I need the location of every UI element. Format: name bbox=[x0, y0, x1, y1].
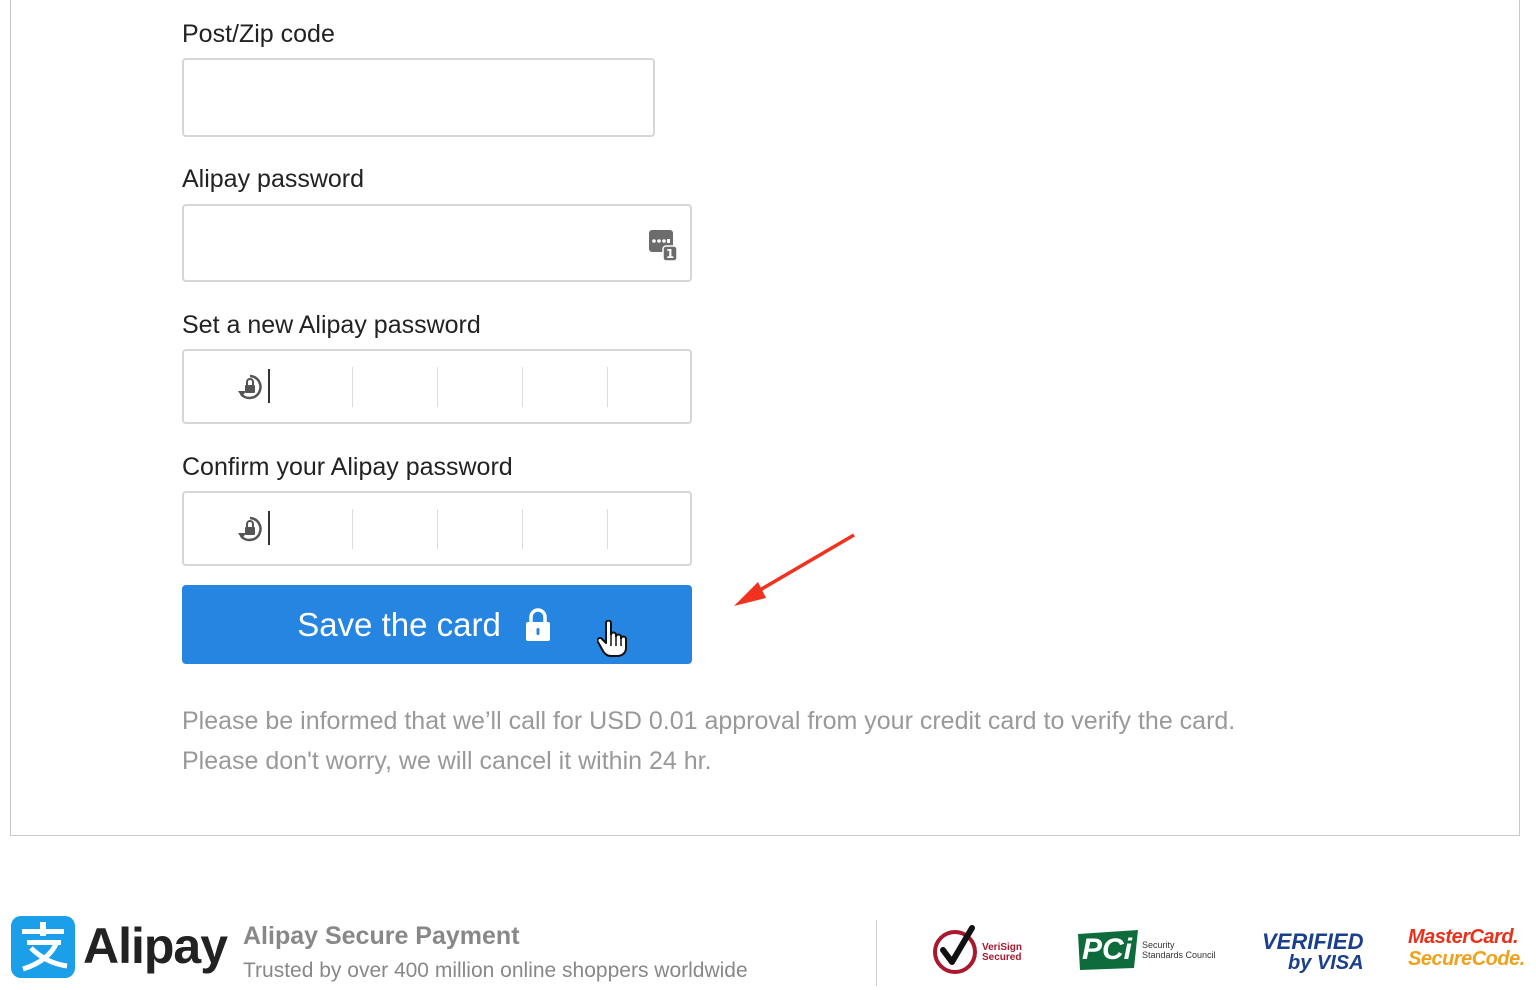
new-password-pin-input[interactable] bbox=[182, 349, 692, 424]
verisign-line2: Secured bbox=[982, 952, 1022, 963]
visa-line1: VERIFIED bbox=[1262, 929, 1364, 954]
new-password-label: Set a new Alipay password bbox=[182, 311, 481, 339]
mastercard-securecode-badge: MasterCard. SecureCode. bbox=[1408, 924, 1528, 976]
svg-text:1: 1 bbox=[666, 247, 674, 261]
save-card-button-label: Save the card bbox=[297, 605, 501, 643]
padlock-icon bbox=[525, 607, 550, 641]
mastercard-line1: MasterCard. bbox=[1408, 926, 1519, 948]
verisign-badge: VeriSign Secured bbox=[930, 922, 1030, 974]
alipay-password-input[interactable]: 1 bbox=[182, 204, 692, 282]
postcode-input[interactable] bbox=[182, 58, 655, 137]
pci-line2: Standards Council bbox=[1142, 950, 1216, 960]
verified-by-visa-badge: VERIFIED by VISA bbox=[1262, 922, 1372, 978]
pin-divider bbox=[522, 367, 523, 407]
pin-caret bbox=[268, 511, 270, 545]
pin-divider bbox=[352, 367, 353, 407]
pin-divider bbox=[607, 509, 608, 549]
secure-payment-subtitle: Trusted by over 400 million online shopp… bbox=[243, 959, 748, 982]
visa-line2: by VISA bbox=[1288, 952, 1364, 974]
secure-payment-title: Alipay Secure Payment bbox=[243, 922, 520, 950]
confirm-password-label: Confirm your Alipay password bbox=[182, 453, 513, 481]
alipay-wordmark: Alipay bbox=[83, 918, 228, 974]
pin-caret bbox=[268, 369, 270, 403]
password-keyboard-icon[interactable]: 1 bbox=[648, 228, 678, 262]
postcode-label: Post/Zip code bbox=[182, 20, 335, 48]
verification-notice-line: Please be informed that we’ll call for U… bbox=[182, 707, 1236, 735]
refresh-lock-icon bbox=[238, 374, 262, 400]
refresh-lock-icon bbox=[238, 516, 262, 542]
pin-divider bbox=[437, 367, 438, 407]
alipay-password-label: Alipay password bbox=[182, 165, 365, 193]
hand-pointer-icon bbox=[597, 620, 627, 657]
pin-divider bbox=[437, 509, 438, 549]
pin-divider bbox=[607, 367, 608, 407]
confirm-password-pin-input[interactable] bbox=[182, 491, 692, 566]
annotation-arrow-icon bbox=[734, 533, 855, 606]
pci-line1: Security bbox=[1142, 940, 1175, 950]
pci-badge: PCi Security Standards Council bbox=[1076, 928, 1216, 972]
footer-divider bbox=[876, 920, 877, 986]
pci-mark: PCi bbox=[1082, 933, 1133, 966]
alipay-logo-icon bbox=[11, 916, 75, 978]
mastercard-line2: SecureCode. bbox=[1408, 948, 1525, 970]
verification-notice-line: Please don't worry, we will cancel it wi… bbox=[182, 747, 712, 775]
pin-divider bbox=[522, 509, 523, 549]
pin-divider bbox=[352, 509, 353, 549]
